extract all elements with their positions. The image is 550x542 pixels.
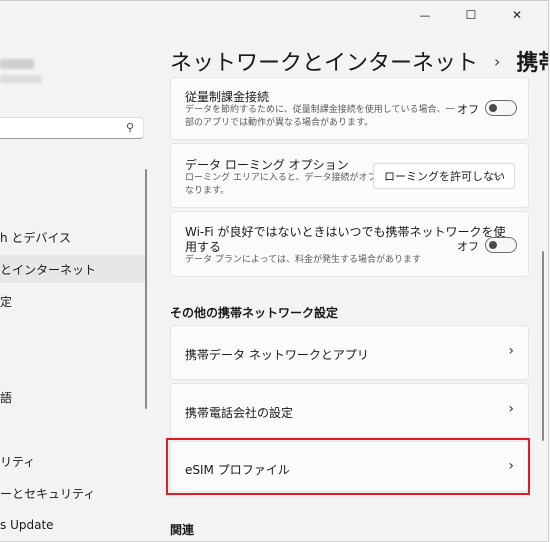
breadcrumb-parent[interactable]: ネットワークとインターネット <box>170 45 478 77</box>
wifi-toggle-label: オフ <box>457 240 479 253</box>
account-name-blurred <box>0 59 34 69</box>
page-title: ネットワークとインターネット › 携帯電話 <box>170 45 548 77</box>
wifi-toggle[interactable] <box>485 237 517 253</box>
minimize-icon: — <box>419 8 431 22</box>
item-label: 携帯データ ネットワークとアプリ <box>185 348 369 362</box>
toggle-knob <box>489 104 497 112</box>
maximize-icon: ☐ <box>465 8 477 22</box>
roaming-desc-line2: なります。 <box>185 186 230 196</box>
item-label: 携帯電話会社の設定 <box>185 406 294 420</box>
maximize-button[interactable]: ☐ <box>448 1 494 29</box>
section-title-related: 関連 <box>170 523 195 537</box>
roaming-dropdown[interactable]: ローミングを許可しない ﹀ <box>373 163 515 189</box>
wifi-title-line2: 用する <box>185 240 222 254</box>
highlight-box <box>166 438 530 495</box>
metered-desc-line2: 部のアプリでは動作が異なる場合があります。 <box>185 118 374 128</box>
roaming-dropdown-value: ローミングを許可しない <box>384 170 505 183</box>
sidebar-item-label: ーとセキュリティ <box>0 486 96 501</box>
sidebar-item-devices[interactable]: h とデバイス <box>0 223 146 251</box>
sidebar-item-label: とインターネット <box>0 262 97 277</box>
sidebar-item-network[interactable]: とインターネット <box>0 255 146 283</box>
sidebar-item-personalization[interactable]: 定 <box>0 287 146 315</box>
breadcrumb-separator-icon: › <box>494 51 501 71</box>
chevron-right-icon: › <box>508 401 514 417</box>
roaming-desc-line1: ローミング エリアに入ると、データ接続がオフに <box>185 173 386 183</box>
sidebar-item-privacy[interactable]: ーとセキュリティ <box>0 479 146 507</box>
sidebar-item-label: 定 <box>0 294 13 309</box>
chevron-right-icon: › <box>508 343 514 359</box>
metered-desc-line1: データを節約するために、従量制課金接続を使用している場合、一 <box>185 105 455 115</box>
close-button[interactable]: ✕ <box>494 1 540 29</box>
carrier-settings-item[interactable]: 携帯電話会社の設定 › <box>170 383 529 438</box>
sidebar-item-accessibility[interactable]: リティ <box>0 447 146 475</box>
sidebar-item-label: リティ <box>0 454 36 469</box>
minimize-button[interactable]: — <box>402 1 448 29</box>
wifi-desc: データ プランによっては、料金が発生する場合があります <box>185 255 421 265</box>
cellular-data-apps-item[interactable]: 携帯データ ネットワークとアプリ › <box>170 325 529 380</box>
metered-toggle-label: オフ <box>457 103 479 116</box>
chevron-down-icon: ﹀ <box>493 174 503 185</box>
sidebar-item-label: h とデバイス <box>0 230 72 245</box>
breadcrumb-current: 携帯電話 <box>516 51 548 76</box>
toggle-knob <box>489 241 497 249</box>
roaming-title: データ ローミング オプション <box>185 158 349 172</box>
metered-toggle[interactable] <box>485 100 517 116</box>
sidebar-item-language[interactable]: 語 <box>0 383 146 411</box>
data-roaming-card: データ ローミング オプション ローミング エリアに入ると、データ接続がオフに … <box>170 143 529 208</box>
settings-window: — ☐ ✕ ⚲ h とデバイス とインターネット 定 語 リティ ーとセキュリテ… <box>0 0 549 542</box>
account-email-blurred <box>0 75 42 83</box>
close-icon: ✕ <box>511 8 523 22</box>
metered-title: 従量制課金接続 <box>185 90 270 104</box>
metered-connection-card: 従量制課金接続 データを節約するために、従量制課金接続を使用している場合、一 部… <box>170 77 529 140</box>
section-title-other: その他の携帯ネットワーク設定 <box>170 306 339 320</box>
sidebar-scrollbar[interactable] <box>145 169 147 409</box>
search-icon: ⚲ <box>125 121 134 134</box>
search-input[interactable]: ⚲ <box>0 117 144 139</box>
sidebar: ⚲ h とデバイス とインターネット 定 語 リティ ーとセキュリティ s Up… <box>0 29 150 541</box>
sidebar-item-label: s Update <box>0 518 54 532</box>
wifi-fallback-card: Wi-Fi が良好ではないときはいつでも携帯ネットワークを使 用する データ プ… <box>170 211 529 277</box>
main-scrollbar[interactable] <box>542 251 544 441</box>
sidebar-item-windows-update[interactable]: s Update <box>0 511 146 539</box>
sidebar-item-label: 語 <box>0 390 13 405</box>
